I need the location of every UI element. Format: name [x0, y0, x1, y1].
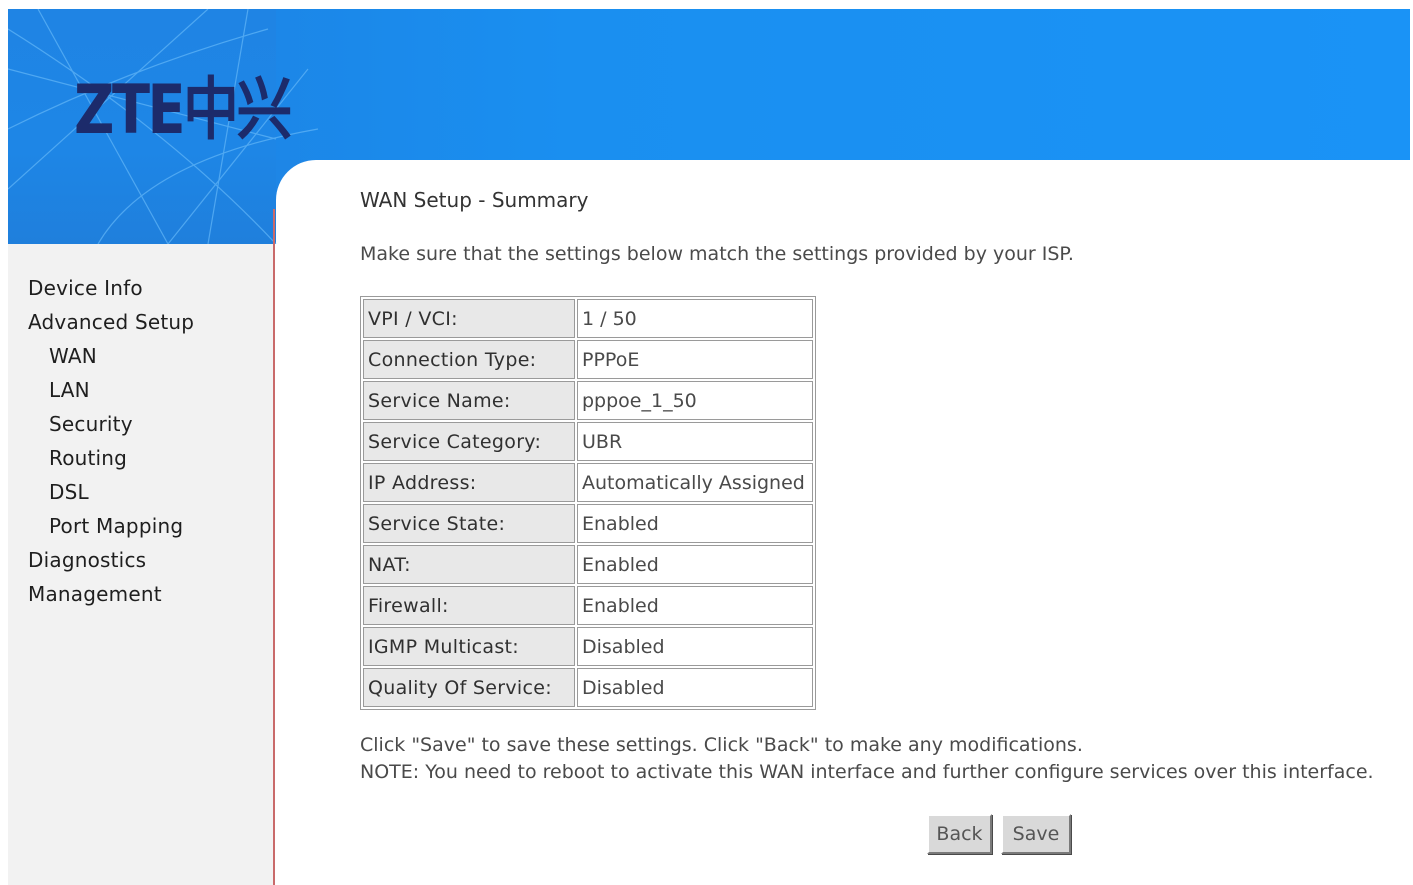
table-row: Firewall: Enabled: [363, 586, 813, 625]
zte-logo: ZTE中兴: [74, 70, 294, 147]
sidebar-item-diagnostics[interactable]: Diagnostics: [28, 548, 146, 572]
table-row: NAT: Enabled: [363, 545, 813, 584]
row-value: Automatically Assigned: [577, 463, 813, 502]
table-row: IP Address: Automatically Assigned: [363, 463, 813, 502]
reboot-note: NOTE: You need to reboot to activate thi…: [360, 761, 1374, 783]
sidebar-item-security[interactable]: Security: [49, 412, 133, 436]
row-label: NAT:: [363, 545, 575, 584]
summary-table: VPI / VCI: 1 / 50 Connection Type: PPPoE…: [360, 296, 816, 710]
table-row: Connection Type: PPPoE: [363, 340, 813, 379]
row-value: UBR: [577, 422, 813, 461]
row-value: Disabled: [577, 627, 813, 666]
table-row: Service Category: UBR: [363, 422, 813, 461]
table-row: IGMP Multicast: Disabled: [363, 627, 813, 666]
row-label: VPI / VCI:: [363, 299, 575, 338]
sidebar-item-lan[interactable]: LAN: [49, 378, 90, 402]
sidebar-item-dsl[interactable]: DSL: [49, 480, 89, 504]
intro-text: Make sure that the settings below match …: [360, 243, 1074, 265]
sidebar-item-routing[interactable]: Routing: [49, 446, 127, 470]
sidebar-item-wan[interactable]: WAN: [49, 344, 97, 368]
row-value: Disabled: [577, 668, 813, 707]
router-web-ui: ZTE中兴 Device Info Advanced Setup WAN LAN…: [8, 9, 1410, 885]
row-value: Enabled: [577, 545, 813, 584]
sidebar-item-device-info[interactable]: Device Info: [28, 276, 143, 300]
row-label: Connection Type:: [363, 340, 575, 379]
back-button[interactable]: Back: [927, 814, 992, 854]
row-label: Service State:: [363, 504, 575, 543]
sidebar: Device Info Advanced Setup WAN LAN Secur…: [8, 244, 275, 885]
row-label: Quality Of Service:: [363, 668, 575, 707]
row-value: pppoe_1_50: [577, 381, 813, 420]
row-label: IGMP Multicast:: [363, 627, 575, 666]
table-row: Quality Of Service: Disabled: [363, 668, 813, 707]
sidebar-item-management[interactable]: Management: [28, 582, 162, 606]
row-label: Firewall:: [363, 586, 575, 625]
sidebar-border: [273, 209, 275, 244]
table-row: Service State: Enabled: [363, 504, 813, 543]
row-value: Enabled: [577, 586, 813, 625]
logo-text: ZTE中兴: [74, 70, 291, 147]
row-label: Service Name:: [363, 381, 575, 420]
table-row: Service Name: pppoe_1_50: [363, 381, 813, 420]
sidebar-item-advanced-setup[interactable]: Advanced Setup: [28, 310, 194, 334]
row-value: PPPoE: [577, 340, 813, 379]
instruction-text: Click "Save" to save these settings. Cli…: [360, 734, 1083, 756]
row-label: IP Address:: [363, 463, 575, 502]
page-title: WAN Setup - Summary: [360, 188, 589, 212]
row-label: Service Category:: [363, 422, 575, 461]
table-row: VPI / VCI: 1 / 50: [363, 299, 813, 338]
main-content: WAN Setup - Summary Make sure that the s…: [276, 160, 1410, 885]
save-button[interactable]: Save: [1001, 814, 1071, 854]
row-value: 1 / 50: [577, 299, 813, 338]
row-value: Enabled: [577, 504, 813, 543]
sidebar-item-port-mapping[interactable]: Port Mapping: [49, 514, 183, 538]
